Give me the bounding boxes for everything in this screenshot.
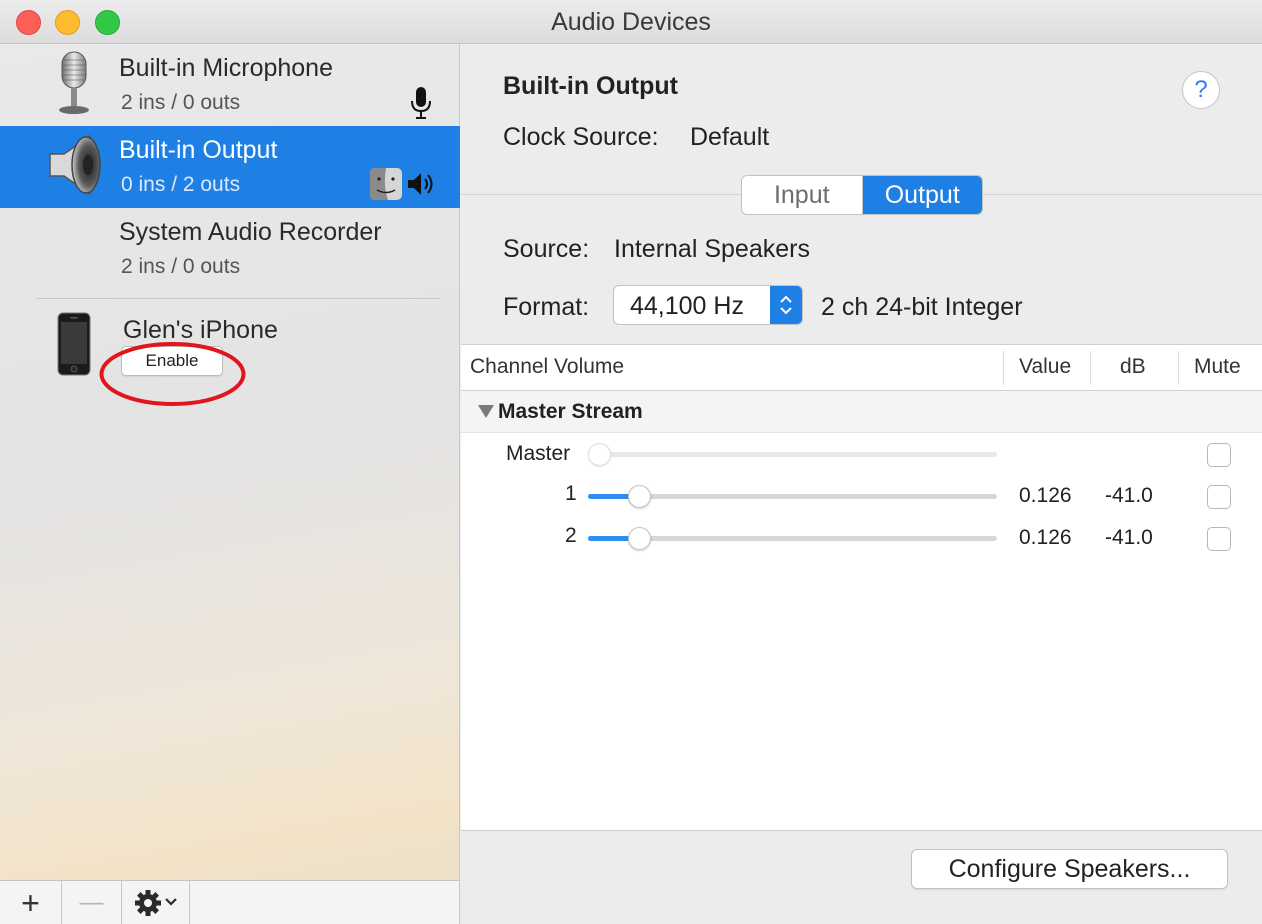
device-name: System Audio Recorder xyxy=(119,218,382,246)
clock-source-label: Clock Source: xyxy=(503,123,659,151)
device-io-count: 2 ins / 0 outs xyxy=(121,255,241,278)
volume-slider-knob[interactable] xyxy=(588,443,611,466)
configure-speakers-button[interactable]: Configure Speakers... xyxy=(911,849,1228,889)
chevron-down-icon xyxy=(164,898,177,906)
speaker-icon xyxy=(49,134,101,196)
table-group-row[interactable]: Master Stream xyxy=(461,391,1262,433)
table-row: Master xyxy=(461,433,1262,475)
source-label: Source: xyxy=(503,235,590,263)
volume-badge-icon xyxy=(408,173,433,195)
device-sidebar: Built-in Microphone 2 ins / 0 outs Built… xyxy=(0,44,460,880)
format-label: Format: xyxy=(503,293,590,321)
group-label: Master Stream xyxy=(498,400,643,423)
device-io-count: 0 ins / 2 outs xyxy=(121,173,241,196)
table-row: 1 0.126 -41.0 xyxy=(461,475,1262,517)
device-row-built-in-microphone[interactable]: Built-in Microphone 2 ins / 0 outs xyxy=(0,44,460,126)
remove-button-label: — xyxy=(79,889,104,916)
column-header-value[interactable]: Value xyxy=(1019,355,1071,379)
remove-device-button[interactable]: — xyxy=(62,881,122,924)
volume-slider-knob[interactable] xyxy=(628,485,652,508)
volume-value: 0.126 xyxy=(1019,484,1072,507)
add-device-button[interactable]: + xyxy=(0,881,62,924)
device-io-count: 2 ins / 0 outs xyxy=(121,91,241,114)
device-row-iphone[interactable]: Glen's iPhone xyxy=(0,306,460,386)
channel-label: 1 xyxy=(565,482,577,505)
format-stepper[interactable] xyxy=(770,286,802,324)
volume-db: -41.0 xyxy=(1105,526,1153,549)
volume-db: -41.0 xyxy=(1105,484,1153,507)
format-description: 2 ch 24-bit Integer xyxy=(821,293,1023,321)
column-header-db[interactable]: dB xyxy=(1120,355,1146,379)
add-button-label: + xyxy=(21,885,40,921)
device-name: Built-in Microphone xyxy=(119,54,333,82)
volume-slider[interactable] xyxy=(588,485,997,508)
column-separator xyxy=(1178,351,1179,385)
volume-slider[interactable] xyxy=(588,443,997,466)
tab-output[interactable]: Output xyxy=(862,176,982,214)
device-name: Glen's iPhone xyxy=(123,316,278,344)
column-header-mute[interactable]: Mute xyxy=(1194,355,1241,379)
sidebar-toolbar: + — xyxy=(0,880,460,924)
channel-label: 2 xyxy=(565,524,577,547)
enable-button[interactable]: Enable xyxy=(121,346,223,376)
mute-checkbox[interactable] xyxy=(1207,443,1231,467)
mute-checkbox[interactable] xyxy=(1207,485,1231,509)
sidebar-divider xyxy=(36,298,440,299)
help-button[interactable]: ? xyxy=(1182,71,1220,109)
channel-label: Master xyxy=(506,442,571,465)
clock-source-value: Default xyxy=(690,123,770,151)
detail-pane: Built-in Output ? Clock Source: Default … xyxy=(461,44,1262,924)
source-value: Internal Speakers xyxy=(614,235,810,263)
mute-checkbox[interactable] xyxy=(1207,527,1231,551)
device-title: Built-in Output xyxy=(503,72,678,100)
window-title: Audio Devices xyxy=(551,8,711,36)
table-row: 2 0.126 -41.0 xyxy=(461,517,1262,559)
format-select[interactable]: 44,100 Hz xyxy=(613,285,803,325)
device-row-built-in-output[interactable]: Built-in Output 0 ins / 2 outs xyxy=(0,126,460,208)
iphone-icon xyxy=(57,312,91,376)
column-separator xyxy=(1090,351,1091,385)
volume-slider[interactable] xyxy=(588,527,997,550)
microphone-icon xyxy=(59,51,89,114)
device-name: Built-in Output xyxy=(119,136,278,164)
format-select-value: 44,100 Hz xyxy=(630,292,744,320)
channel-volume-table: Channel Volume Value dB Mute Master Stre… xyxy=(461,344,1262,831)
input-output-segmented-control: Input Output xyxy=(741,175,983,215)
table-header: Channel Volume Value dB Mute xyxy=(461,345,1262,391)
up-down-chevron-icon xyxy=(780,295,792,315)
finder-icon xyxy=(370,168,402,200)
gear-icon xyxy=(134,890,177,916)
volume-slider-knob[interactable] xyxy=(628,527,652,550)
column-header-channel-volume[interactable]: Channel Volume xyxy=(470,355,624,379)
gear-menu-button[interactable] xyxy=(122,881,190,924)
mic-badge-icon xyxy=(411,87,431,119)
tab-input[interactable]: Input xyxy=(742,176,863,214)
disclosure-triangle-icon[interactable] xyxy=(477,403,495,419)
device-row-system-audio-recorder[interactable]: System Audio Recorder 2 ins / 0 outs xyxy=(0,208,460,290)
column-separator xyxy=(1003,351,1004,385)
title-bar: Audio Devices xyxy=(0,0,1262,44)
volume-value: 0.126 xyxy=(1019,526,1072,549)
